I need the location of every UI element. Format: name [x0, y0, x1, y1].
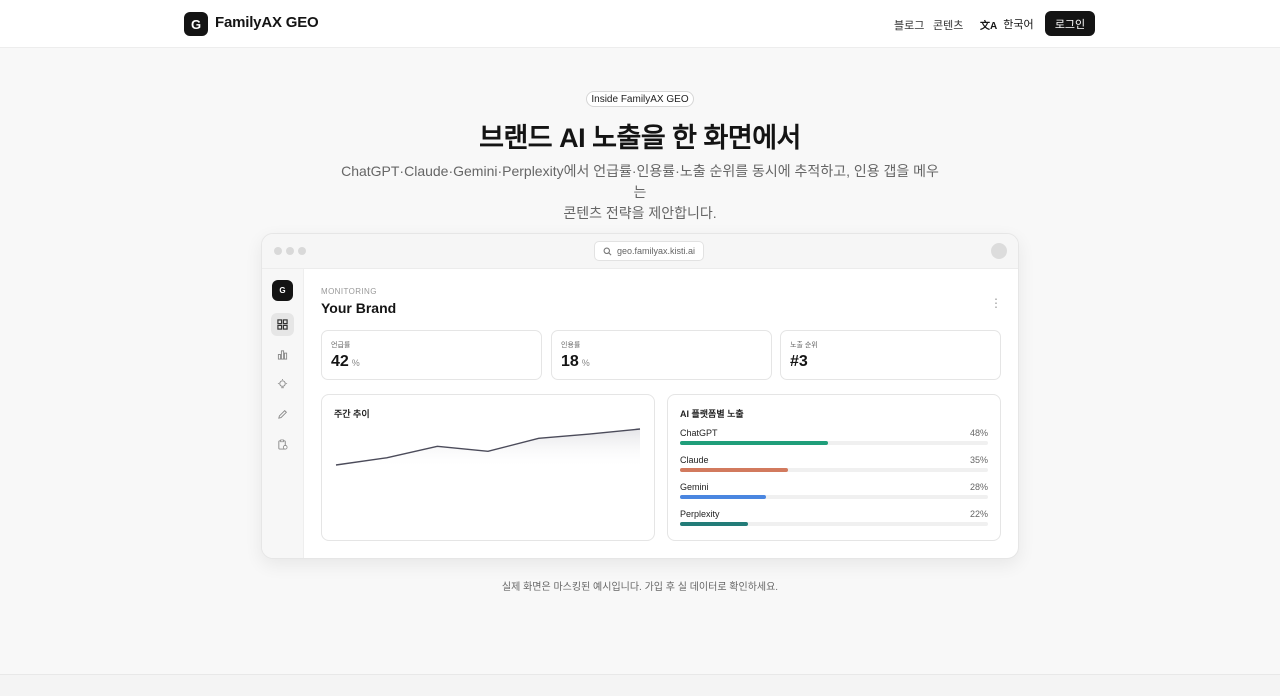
app-logo: G	[272, 280, 293, 301]
progress-fill	[680, 441, 828, 445]
hero-badge: Inside FamilyAX GEO	[586, 91, 694, 107]
window-dot-icon	[298, 247, 306, 255]
stat-label: 언급률	[331, 342, 351, 349]
stat-value: #3	[790, 353, 808, 370]
window-dot-icon	[274, 247, 282, 255]
product-preview-window: geo.familyax.kisti.ai G MONITORING Your …	[261, 233, 1019, 559]
more-options-icon: ⋮	[990, 296, 1002, 310]
trend-area	[336, 429, 640, 469]
site-header: G FamilyAX GEO 블로그 콘텐츠 文A 한국어 로그인	[0, 0, 1280, 48]
dashboard-title: Your Brand	[321, 300, 397, 316]
translate-icon: 文A	[980, 20, 998, 32]
language-label: 한국어	[1003, 19, 1034, 31]
bar-chart-icon	[271, 343, 294, 366]
avatar	[991, 243, 1007, 259]
hero-subtitle-line-1: ChatGPT·Claude·Gemini·Perplexity에서 언급률·인…	[341, 163, 939, 200]
brand-name[interactable]: FamilyAX GEO	[215, 14, 319, 31]
section-label: MONITORING	[321, 287, 377, 296]
progress-fill	[680, 522, 748, 526]
platform-row-gemini: Gemini 28%	[680, 482, 988, 506]
preview-caption: 실제 화면은 마스킹된 예시입니다. 가입 후 실 데이터로 확인하세요.	[501, 582, 779, 593]
footer	[0, 675, 1280, 696]
hero-subtitle: ChatGPT·Claude·Gemini·Perplexity에서 언급률·인…	[340, 161, 940, 224]
platform-exposure-panel: AI 플랫폼별 노출 ChatGPT 48% Claude 35% Gemini…	[667, 394, 1001, 541]
nav-content-link[interactable]: 콘텐츠	[933, 17, 963, 33]
app-sidebar: G	[262, 269, 304, 558]
brand-logo[interactable]: G	[184, 12, 208, 36]
progress-fill	[680, 495, 767, 499]
stat-card-citation-rate: 인용률 18%	[551, 330, 772, 380]
clipboard-icon	[271, 433, 294, 456]
pencil-icon	[271, 403, 294, 426]
stat-label: 인용률	[561, 342, 581, 349]
panel-title: 주간 추이	[334, 409, 370, 419]
lightbulb-icon	[271, 373, 294, 396]
panel-title: AI 플랫폼별 노출	[680, 409, 744, 419]
hero-title: 브랜드 AI 노출을 한 화면에서	[479, 123, 801, 153]
nav-blog-link[interactable]: 블로그	[894, 17, 924, 33]
stat-value: 42%	[331, 353, 360, 370]
browser-toolbar: geo.familyax.kisti.ai	[262, 234, 1018, 269]
url-text: geo.familyax.kisti.ai	[616, 246, 696, 256]
window-dot-icon	[286, 247, 294, 255]
url-bar: geo.familyax.kisti.ai	[594, 241, 704, 261]
stat-card-mention-rate: 언급률 42%	[321, 330, 542, 380]
platform-row-perplexity: Perplexity 22%	[680, 509, 988, 533]
language-selector[interactable]: 文A 한국어	[980, 16, 1034, 32]
stat-label: 노출 순위	[790, 342, 818, 349]
platform-row-chatgpt: ChatGPT 48%	[680, 428, 988, 452]
weekly-trend-panel: 주간 추이	[321, 394, 655, 541]
hero-subtitle-line-2: 콘텐츠 전략을 제안합니다.	[563, 205, 717, 221]
search-icon	[603, 247, 612, 255]
progress-fill	[680, 468, 788, 472]
login-button[interactable]: 로그인	[1045, 11, 1095, 36]
stat-value: 18%	[561, 353, 590, 370]
stat-card-rank: 노출 순위 #3	[780, 330, 1001, 380]
trend-chart	[335, 428, 641, 469]
platform-row-claude: Claude 35%	[680, 455, 988, 479]
grid-icon	[271, 313, 294, 336]
